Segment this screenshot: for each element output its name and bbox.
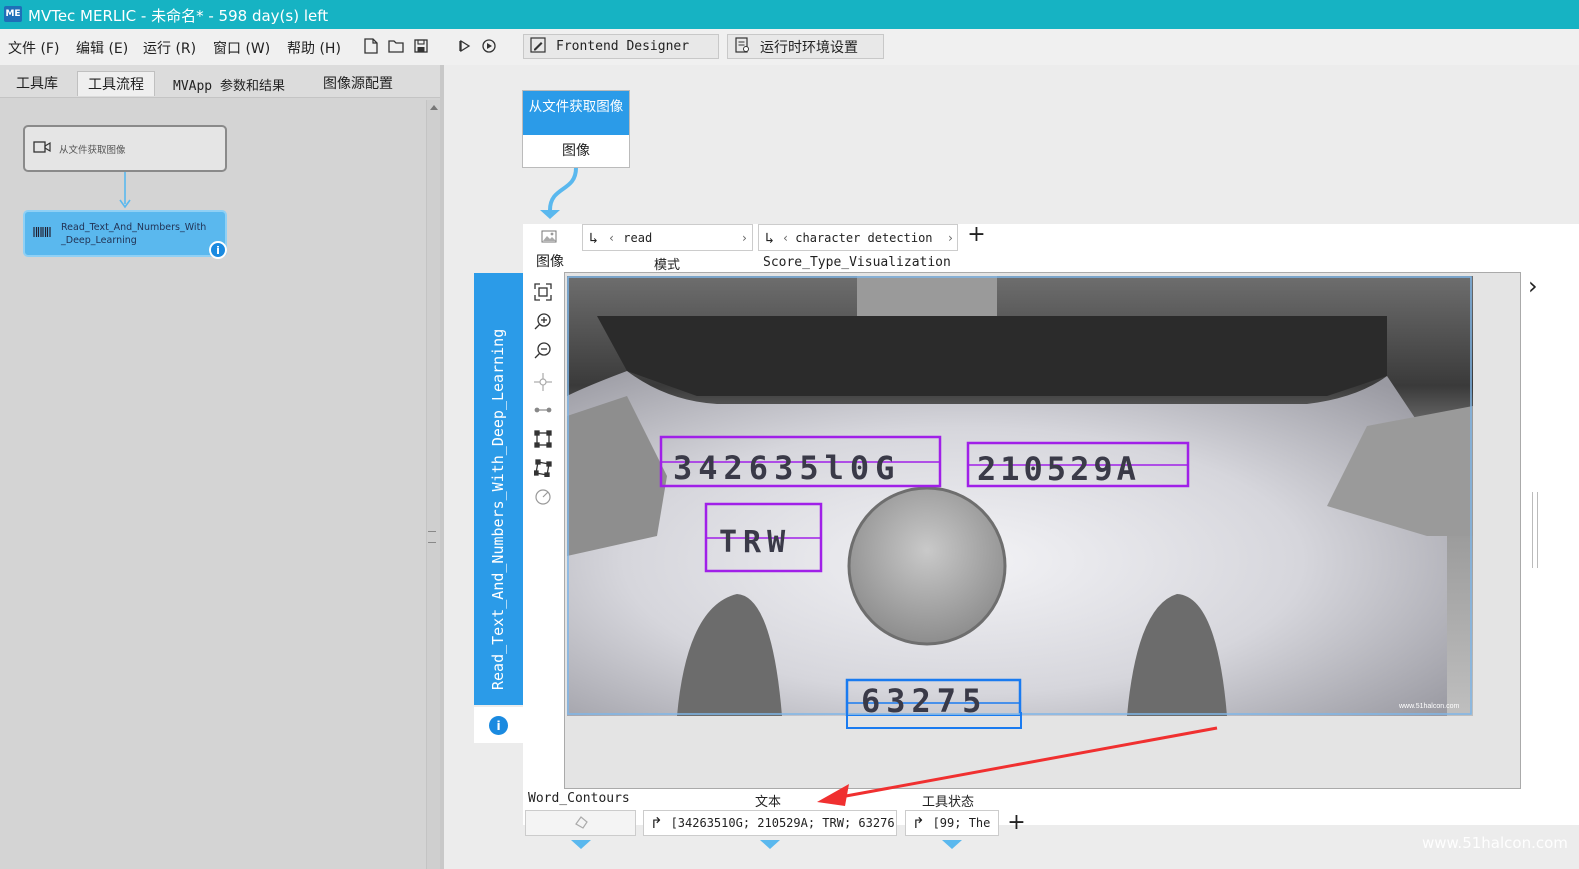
output-connect-icon[interactable]: ↱ xyxy=(650,814,663,832)
barcode-icon xyxy=(33,226,51,241)
word-contours-output[interactable] xyxy=(525,810,636,836)
tool-status-value: [99; The : xyxy=(932,816,999,830)
viewer-resize-grip[interactable] xyxy=(1532,492,1538,568)
inspection-image[interactable]: www.51halcon.com 342635l0G 210529A TRW 6… xyxy=(567,276,1473,716)
text-output[interactable]: ↱ [34263510G; 210529A; TRW; 63276] xyxy=(643,810,897,836)
tab-toolbox[interactable]: 工具库 xyxy=(6,71,68,96)
circle-tool-icon[interactable] xyxy=(533,487,553,507)
zoom-out-icon[interactable] xyxy=(533,340,553,360)
source-node-title: 从文件获取图像 xyxy=(523,91,629,135)
flow-node-acquire-label: 从文件获取图像 xyxy=(59,144,126,156)
mode-next-icon[interactable]: › xyxy=(741,231,748,245)
mode-value: read xyxy=(623,230,653,245)
open-folder-icon[interactable] xyxy=(387,37,405,55)
title-bar: ME MVTec MERLIC - 未命名* - 598 day(s) left xyxy=(0,0,1579,29)
source-node-output: 图像 xyxy=(562,143,590,159)
ocr-word-text: 210529A xyxy=(977,450,1140,488)
tab-toolflow[interactable]: 工具流程 xyxy=(77,71,155,96)
left-scrollbar[interactable] xyxy=(426,100,440,869)
zoom-in-icon[interactable] xyxy=(533,311,553,331)
runtime-settings-label: 运行时环境设置 xyxy=(760,39,858,56)
flow-node-read-label-line2: _Deep_Learning xyxy=(61,234,137,246)
output-port-icon[interactable] xyxy=(760,840,780,849)
runtime-settings-icon xyxy=(734,36,750,57)
window-title: MVTec MERLIC - 未命名* - 598 day(s) left xyxy=(28,7,329,25)
flow-node-read-label-line1: Read_Text_And_Numbers_With xyxy=(61,221,207,233)
frontend-designer-button[interactable]: Frontend Designer xyxy=(523,34,719,59)
save-icon[interactable] xyxy=(412,37,430,55)
splitter-grip-icon[interactable] xyxy=(428,531,436,543)
mode-param[interactable]: ↳ ‹ read › xyxy=(582,224,753,251)
connect-arrow-icon[interactable]: ↳ xyxy=(765,229,774,247)
image-port-label: 图像 xyxy=(536,254,564,270)
rectangle-tool-icon[interactable] xyxy=(533,429,553,449)
add-output-icon[interactable]: + xyxy=(1004,810,1029,836)
menu-edit[interactable]: 编辑 (E) xyxy=(76,38,128,58)
designer-pen-icon xyxy=(530,36,546,57)
tab-mvapp[interactable]: MVApp 参数和结果 xyxy=(163,73,295,98)
flow-node-info-icon[interactable]: i xyxy=(209,241,227,259)
fit-view-icon[interactable] xyxy=(533,282,553,302)
flow-node-read-text[interactable]: Read_Text_And_Numbers_With _Deep_Learnin… xyxy=(23,210,227,257)
camera-icon xyxy=(33,141,51,156)
vis-prev-icon[interactable]: ‹ xyxy=(782,231,789,245)
text-output-label: 文本 xyxy=(755,795,782,810)
menu-file[interactable]: 文件 (F) xyxy=(8,38,59,58)
expand-right-icon[interactable]: › xyxy=(1528,272,1538,300)
menu-bar: 文件 (F) 编辑 (E) 运行 (R) 窗口 (W) 帮助 (H) Front… xyxy=(0,29,1579,65)
flow-node-read-label: Read_Text_And_Numbers_With _Deep_Learnin… xyxy=(61,221,206,247)
tool-status-label: 工具状态 xyxy=(922,795,975,810)
visualization-param[interactable]: ↳ ‹ character detection › xyxy=(758,224,958,251)
tool-info-icon[interactable]: i xyxy=(489,716,508,735)
ocr-word-text: TRW xyxy=(719,525,791,560)
ocr-word-text: 342635l0G xyxy=(673,449,900,487)
left-tab-bar: 工具库 工具流程 MVApp 参数和结果 图像源配置 xyxy=(0,65,440,98)
word-contours-label: Word_Contours xyxy=(528,791,630,806)
output-connect-icon[interactable]: ↱ xyxy=(912,814,925,832)
connect-arrow-icon[interactable]: ↳ xyxy=(589,229,598,247)
menu-window[interactable]: 窗口 (W) xyxy=(213,38,270,58)
run-continuous-icon[interactable] xyxy=(480,37,498,55)
image-watermark: www.51halcon.com xyxy=(1398,703,1459,710)
visualization-label: Score_Type_Visualization xyxy=(763,255,951,270)
line-tool-icon[interactable] xyxy=(533,400,553,420)
contours-shape-icon xyxy=(573,815,589,832)
output-port-icon[interactable] xyxy=(942,840,962,849)
run-step-icon[interactable] xyxy=(456,37,474,55)
flow-connector-arrow xyxy=(119,172,131,209)
rotated-rectangle-tool-icon[interactable] xyxy=(533,458,553,478)
flow-node-acquire-image[interactable]: 从文件获取图像 xyxy=(23,125,227,172)
image-port-icon xyxy=(541,228,557,247)
menu-help[interactable]: 帮助 (H) xyxy=(287,38,341,58)
text-output-value: [34263510G; 210529A; TRW; 63276] xyxy=(670,816,897,830)
menu-run[interactable]: 运行 (R) xyxy=(143,38,196,58)
crosshair-icon[interactable] xyxy=(533,372,553,392)
runtime-settings-button[interactable]: 运行时环境设置 xyxy=(727,34,884,59)
add-param-icon[interactable]: + xyxy=(964,224,989,249)
new-file-icon[interactable] xyxy=(362,37,380,55)
annotation-arrow xyxy=(817,726,1218,806)
frontend-designer-label: Frontend Designer xyxy=(556,39,690,54)
tool-status-output[interactable]: ↱ [99; The : xyxy=(905,810,999,836)
output-port-icon[interactable] xyxy=(571,840,591,849)
scroll-up-arrow-icon[interactable] xyxy=(430,105,438,110)
source-node[interactable]: 从文件获取图像 图像 xyxy=(522,90,630,168)
ocr-word-text: 63275 xyxy=(861,682,987,716)
mode-label: 模式 xyxy=(654,258,681,273)
image-link-connector xyxy=(540,168,578,219)
mode-prev-icon[interactable]: ‹ xyxy=(608,231,615,245)
left-panel xyxy=(0,65,440,869)
app-logo-icon: ME xyxy=(4,6,22,22)
tool-info-box: i xyxy=(474,707,523,743)
tab-image-source[interactable]: 图像源配置 xyxy=(313,71,403,96)
tool-vertical-title: Read_Text_And_Numbers_With_Deep_Learning xyxy=(489,328,507,690)
visualization-value: character detection xyxy=(795,230,933,245)
site-watermark: www.51halcon.com xyxy=(1422,834,1568,852)
vis-next-icon[interactable]: › xyxy=(947,231,954,245)
